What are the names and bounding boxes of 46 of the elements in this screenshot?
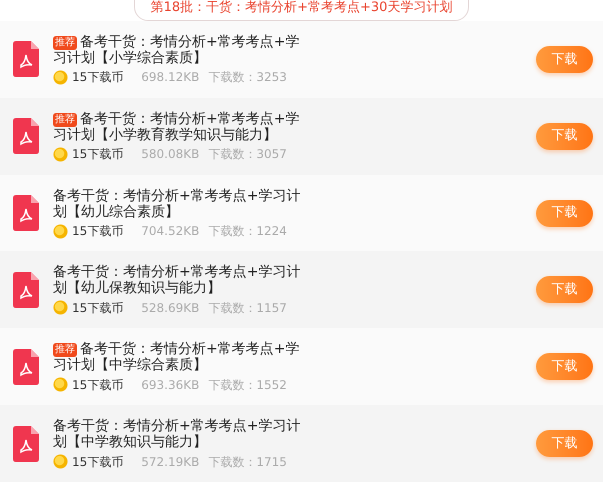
coin-cost: 15下载币 <box>72 378 124 391</box>
file-title: 推荐 备考干货：考情分析+常考考点+学习计划【中学综合素质】 <box>53 341 300 374</box>
pdf-file-icon <box>13 426 39 462</box>
download-button[interactable]: 下载 <box>536 430 593 458</box>
file-size: 693.36KB <box>141 378 200 391</box>
file-title: 推荐 备考干货：考情分析+常考考点+学习计划【小学综合素质】 <box>53 34 300 66</box>
coin-icon <box>53 377 68 392</box>
file-size: 698.12KB <box>141 71 200 84</box>
pdf-file-icon <box>13 348 39 385</box>
pdf-file-icon <box>13 272 39 308</box>
coin-icon <box>53 454 68 470</box>
recommended-badge: 推荐 <box>53 343 77 358</box>
recommended-badge: 推荐 <box>53 36 77 50</box>
download-button[interactable]: 下载 <box>536 122 593 150</box>
file-title: 备考干货：考情分析+常考考点+学习计划【幼儿综合素质】 <box>53 188 302 220</box>
download-button[interactable]: 下载 <box>536 46 593 73</box>
coin-icon <box>53 300 68 316</box>
coin-icon <box>53 224 68 239</box>
file-title: 推荐 备考干货：考情分析+常考考点+学习计划【小学教育教学知识与能力】 <box>53 110 300 143</box>
coin-cost: 15下载币 <box>72 148 124 160</box>
file-size: 572.19KB <box>141 456 200 468</box>
file-title: 备考干货：考情分析+常考考点+学习计划【中学教知识与能力】 <box>53 418 302 450</box>
download-button[interactable]: 下载 <box>536 353 593 380</box>
coin-icon <box>53 146 68 162</box>
coin-cost: 15下载币 <box>72 71 124 84</box>
download-count: 下载数：1552 <box>208 378 287 391</box>
file-size: 528.69KB <box>141 302 200 314</box>
coin-cost: 15下载币 <box>72 225 124 238</box>
download-count: 下载数：1224 <box>208 225 287 238</box>
batch-header: 第18批：干货：考情分析+常考考点+30天学习计划 <box>134 0 470 21</box>
download-count: 下载数：3057 <box>208 148 287 160</box>
coin-cost: 15下载币 <box>72 302 124 314</box>
pdf-file-icon <box>13 118 39 154</box>
file-title: 备考干货：考情分析+常考考点+学习计划【幼儿保教知识与能力】 <box>53 264 302 296</box>
download-count: 下载数：1157 <box>208 302 287 314</box>
recommended-badge: 推荐 <box>53 112 77 127</box>
coin-cost: 15下载币 <box>72 456 124 468</box>
coin-icon <box>53 70 68 85</box>
download-count: 下载数：1715 <box>208 456 287 468</box>
pdf-file-icon <box>13 195 39 232</box>
pdf-file-icon <box>13 41 39 78</box>
download-button[interactable]: 下载 <box>536 200 593 227</box>
file-size: 704.52KB <box>141 225 200 238</box>
download-button[interactable]: 下载 <box>536 276 593 304</box>
file-size: 580.08KB <box>141 148 200 160</box>
download-count: 下载数：3253 <box>208 71 287 84</box>
